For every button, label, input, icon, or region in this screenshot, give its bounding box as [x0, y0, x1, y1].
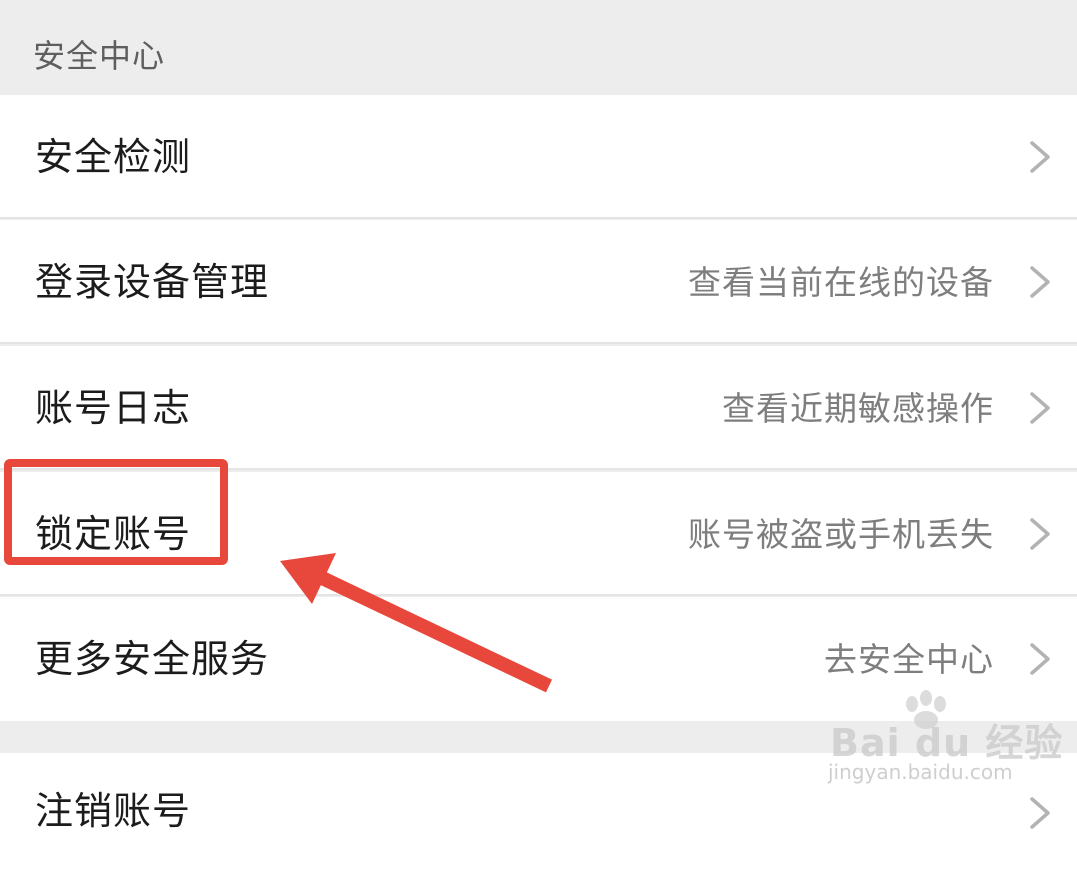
- chevron-right-icon: [1030, 141, 1050, 173]
- row-label: 登录设备管理: [35, 260, 270, 304]
- section-header: 安全中心: [0, 0, 1077, 95]
- row-lock-account[interactable]: 锁定账号 账号被盗或手机丢失: [0, 472, 1077, 596]
- section-title: 安全中心: [33, 37, 166, 75]
- chevron-right-icon: [1030, 797, 1050, 829]
- chevron-right-icon: [1030, 392, 1050, 424]
- row-value: 查看近期敏感操作: [722, 389, 994, 428]
- row-label: 注销账号: [35, 789, 192, 833]
- row-divider: [0, 594, 1077, 596]
- row-label: 锁定账号: [35, 512, 192, 556]
- row-label: 更多安全服务: [35, 637, 270, 681]
- row-value: 去安全中心: [824, 640, 994, 679]
- section-gap: [0, 721, 1077, 753]
- row-divider: [0, 468, 1077, 470]
- row-login-device-management[interactable]: 登录设备管理 查看当前在线的设备: [0, 220, 1077, 344]
- row-divider: [0, 342, 1077, 344]
- row-value: 账号被盗或手机丢失: [688, 515, 994, 554]
- chevron-right-icon: [1030, 518, 1050, 550]
- row-label: 账号日志: [35, 386, 192, 430]
- row-account-log[interactable]: 账号日志 查看近期敏感操作: [0, 346, 1077, 470]
- row-value: 查看当前在线的设备: [688, 263, 994, 302]
- row-label: 安全检测: [35, 135, 192, 179]
- row-deactivate-account[interactable]: 注销账号: [0, 753, 1077, 877]
- row-security-check[interactable]: 安全检测: [0, 95, 1077, 219]
- row-more-security-services[interactable]: 更多安全服务 去安全中心: [0, 597, 1077, 721]
- chevron-right-icon: [1030, 643, 1050, 675]
- chevron-right-icon: [1030, 266, 1050, 298]
- row-divider: [0, 217, 1077, 219]
